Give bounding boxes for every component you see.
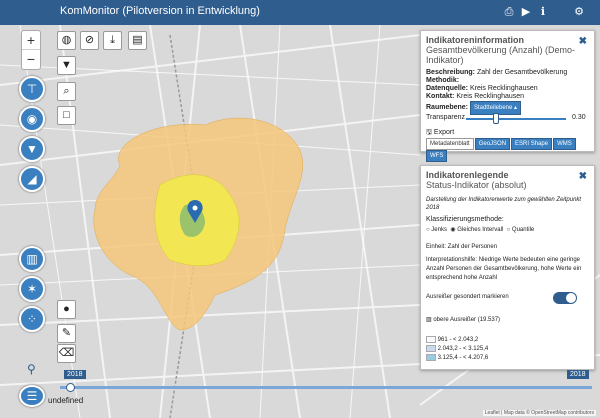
method-interval-radio[interactable]: ◉: [450, 227, 455, 233]
export-label: Export: [433, 129, 455, 136]
filter-icon[interactable]: ▼: [57, 56, 76, 75]
legend-class-row: 2.043,2 - < 3.125,4: [426, 345, 488, 354]
methodik-label: Methodik:: [426, 77, 460, 84]
datenquelle-label: Datenquelle:: [426, 85, 469, 92]
location-icon[interactable]: ◉: [19, 106, 45, 132]
close-icon[interactable]: ✖: [579, 36, 587, 47]
hatch-icon: ▨: [426, 317, 432, 323]
method-jenks-label: Jenks: [431, 227, 447, 233]
outlier-label: Ausreißer gesondert markieren: [426, 294, 509, 300]
zoom-out-button[interactable]: −: [22, 50, 40, 69]
zoom-in-button[interactable]: +: [22, 31, 40, 50]
ban-icon[interactable]: ⊘: [80, 31, 99, 50]
esri-shape-button[interactable]: ESRI Shape: [511, 138, 553, 150]
search-icon[interactable]: ⌕: [57, 82, 76, 101]
interpretation-text: Interpretationshilfe: Niedrige Werte bed…: [426, 257, 582, 281]
filter-circle-icon[interactable]: ▼: [19, 136, 45, 162]
legend-heading: Indikatorenlegende: [426, 170, 509, 180]
wfs-button[interactable]: WFS: [426, 150, 448, 162]
bar-chart-icon[interactable]: ▥: [19, 246, 45, 272]
method-quantile-label: Quantile: [511, 227, 535, 233]
square-select-icon[interactable]: □: [57, 106, 76, 125]
layers-icon[interactable]: ▤: [128, 31, 147, 50]
hierarchy-icon[interactable]: ⊤: [19, 76, 45, 102]
transparenz-label: Transparenz: [426, 114, 466, 121]
scatter-chart-icon[interactable]: ⁘: [19, 306, 45, 332]
class-swatch: [426, 345, 436, 353]
info-icon[interactable]: ℹ: [536, 5, 550, 19]
info-heading: Indikatoreninformation: [426, 35, 525, 45]
transparency-slider-handle[interactable]: [493, 113, 499, 124]
legend-desc: Darstellung der Indikatorenwerte zum gew…: [426, 197, 582, 211]
metadatenblatt-button[interactable]: Metadatenblatt: [426, 138, 474, 150]
map-attribution: Leaflet | Map data © OpenStreetMap contr…: [482, 410, 596, 416]
legend-class-row: 961 - < 2.043,2: [426, 336, 488, 345]
trash-icon[interactable]: ⌫: [57, 344, 76, 363]
marker-tool-icon[interactable]: ●: [57, 300, 76, 319]
raumebene-label: Raumebene:: [426, 104, 469, 111]
class-label: 3.125,4 - < 4.207,6: [437, 355, 489, 362]
geojson-button[interactable]: GeoJSON: [474, 138, 511, 150]
download-icon[interactable]: ⤓: [103, 31, 122, 50]
edit-icon[interactable]: ✎: [57, 324, 76, 343]
export-icon: 🖫: [426, 129, 432, 136]
close-icon[interactable]: ✖: [579, 171, 587, 182]
method-jenks-radio[interactable]: ○: [426, 227, 430, 233]
class-swatch: [426, 336, 436, 343]
kontakt-value: Kreis Recklinghausen: [456, 93, 525, 100]
beschreibung-label: Beschreibung:: [426, 69, 476, 76]
indicator-legend-panel: Indikatorenlegende Status-Indikator (abs…: [420, 165, 595, 370]
info-subtitle: Gesamtbevölkerung (Anzahl) (Demo-Indikat…: [426, 45, 576, 65]
klass-label: Klassifizierungsmethode:: [426, 216, 504, 223]
undefined-label: undefined: [48, 396, 84, 405]
play-icon[interactable]: ▶: [519, 5, 533, 19]
print-icon[interactable]: ⎙: [502, 5, 516, 19]
route-icon[interactable]: ⚲: [27, 362, 36, 376]
user-settings-icon[interactable]: ⚙: [572, 5, 586, 19]
upper-outlier-label: obere Ausreißer (19.537): [433, 317, 501, 323]
wms-button[interactable]: WMS: [553, 138, 576, 150]
start-year-label: 2018: [64, 370, 86, 379]
globe-icon[interactable]: ◍: [57, 31, 76, 50]
datenquelle-value: Kreis Recklinghausen: [469, 85, 538, 92]
outlier-toggle[interactable]: [553, 292, 577, 304]
class-label: 2.043,2 - < 3.125,4: [437, 346, 489, 353]
method-quantile-radio[interactable]: ○: [507, 227, 511, 233]
radar-chart-icon[interactable]: ✶: [19, 276, 45, 302]
time-slider-handle[interactable]: [66, 383, 75, 392]
indicator-info-panel: Indikatoreninformation Gesamtbevölkerung…: [420, 30, 595, 162]
end-year-label: 2018: [567, 370, 589, 379]
kontakt-label: Kontakt:: [426, 93, 455, 100]
class-label: 961 - < 2.043,2: [437, 337, 479, 344]
area-chart-icon[interactable]: ◢: [19, 166, 45, 192]
app-title: KomMonitor (Pilotversion in Entwicklung): [60, 5, 260, 17]
sliders-icon[interactable]: ☰: [19, 385, 45, 407]
einheit-text: Einheit: Zahl der Personen: [426, 244, 498, 250]
transparency-slider[interactable]: [466, 118, 566, 120]
outlier-toggle-knob: [566, 293, 576, 303]
class-swatch: [426, 354, 436, 362]
legend-subtitle: Status-Indikator (absolut): [426, 180, 527, 190]
method-interval-label: Gleiches Intervall: [457, 227, 504, 233]
app-header: KomMonitor (Pilotversion in Entwicklung)…: [0, 0, 600, 25]
beschreibung-value: Zahl der Gesamtbevölkerung: [476, 69, 568, 76]
time-slider[interactable]: [60, 386, 592, 389]
transparency-value: 0.30: [572, 114, 586, 121]
legend-class-row: 3.125,4 - < 4.207,6: [426, 354, 488, 363]
zoom-control: + −: [21, 30, 41, 70]
